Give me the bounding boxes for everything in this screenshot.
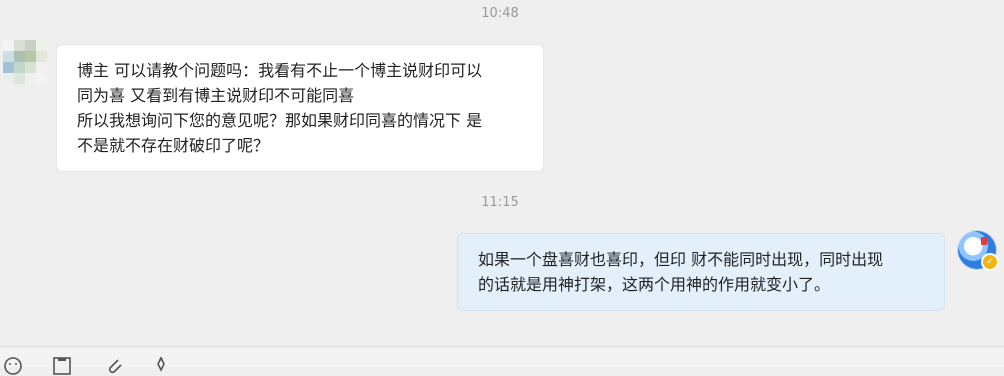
more-icon[interactable]	[151, 356, 171, 376]
chat-history[interactable]: 10:48 博主 可以请教个问题吗：我看有不止一个博主说财印可以 同为喜 又看到…	[0, 0, 1004, 346]
avatar-tag-icon	[981, 237, 987, 245]
input-toolbar	[0, 346, 1004, 375]
timestamp: 10:48	[481, 6, 519, 21]
timestamp: 11:15	[481, 195, 519, 210]
own-avatar[interactable]: ✓	[958, 231, 999, 271]
message-line: 如果一个盘喜财也喜印，但印 财不能同时出现，同时出现	[478, 250, 884, 269]
emoji-icon[interactable]	[3, 356, 23, 376]
message-line: 的话就是用神打架，这两个用神的作用就变小了。	[478, 275, 831, 294]
message-line: 同为喜 又看到有博主说财印不可能同喜	[77, 86, 355, 105]
sender-avatar[interactable]	[3, 40, 47, 84]
outgoing-message-bubble[interactable]: 如果一个盘喜财也喜印，但印 财不能同时出现，同时出现 的话就是用神打架，这两个用…	[457, 233, 945, 311]
message-line: 不是就不存在财破印了呢？	[77, 136, 270, 155]
verified-badge-icon: ✓	[981, 253, 999, 271]
message-line: 所以我想询问下您的意见呢？那如果财印同喜的情况下 是	[77, 111, 483, 130]
attachment-icon[interactable]	[104, 356, 124, 376]
incoming-message-bubble[interactable]: 博主 可以请教个问题吗：我看有不止一个博主说财印可以 同为喜 又看到有博主说财印…	[56, 44, 544, 172]
message-line: 博主 可以请教个问题吗：我看有不止一个博主说财印可以	[77, 61, 483, 80]
blurred-avatar-image	[3, 40, 47, 84]
screenshot-icon[interactable]	[52, 356, 72, 376]
